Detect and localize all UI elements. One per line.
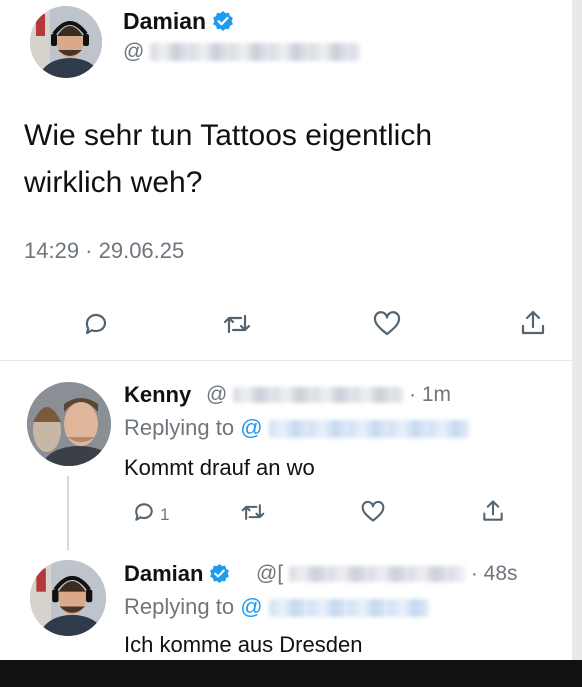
heart-icon: [360, 500, 386, 529]
redacted-handle: [150, 43, 361, 62]
retweet-icon: [222, 310, 252, 343]
verified-badge-icon: [209, 563, 230, 590]
main-tweet-actions: [0, 306, 572, 346]
reply-icon: [132, 500, 156, 529]
reply1-reply-button[interactable]: 1: [132, 500, 169, 529]
like-button[interactable]: [372, 310, 402, 343]
verified-badge-icon: [212, 10, 234, 38]
reply1-replying-to: Replying to @: [124, 415, 469, 441]
redacted-handle: [268, 599, 429, 618]
reply-count: 1: [160, 504, 170, 524]
reply1-share-button[interactable]: [480, 497, 506, 530]
share-icon: [518, 308, 548, 343]
main-tweet-text: Wie sehr tun Tattoos eigentlich wirklich…: [24, 119, 433, 199]
reply2-author-name[interactable]: Damian: [124, 561, 230, 590]
main-author-avatar[interactable]: [30, 6, 102, 78]
reply1-author-avatar[interactable]: [27, 382, 111, 466]
main-author-name[interactable]: Damian: [123, 8, 234, 38]
main-tweet-timestamp[interactable]: 14:29 · 29.06.25: [24, 238, 184, 264]
reply2-text: Ich komme aus Dresden: [124, 632, 363, 657]
reply2-author-avatar[interactable]: [30, 560, 106, 636]
edge-strip: [572, 0, 582, 660]
replying-to-handle[interactable]: @: [240, 594, 429, 619]
redacted-handle: [289, 566, 465, 583]
bottom-bar: [0, 660, 582, 687]
redacted-handle: [268, 420, 469, 439]
heart-icon: [372, 310, 402, 343]
reply1-author-handle[interactable]: @ · 1m: [206, 383, 451, 407]
retweet-button[interactable]: [222, 310, 252, 343]
share-icon: [480, 497, 506, 530]
reply2-author-handle[interactable]: @[ · 48s: [256, 562, 518, 586]
main-author-handle[interactable]: @: [123, 40, 361, 64]
reply1-like-button[interactable]: [360, 500, 386, 529]
share-button[interactable]: [518, 308, 548, 343]
replying-to-handle[interactable]: @: [240, 415, 469, 440]
divider: [0, 360, 572, 361]
tweet-thread-screen: Damian @ Wie sehr tun Tattoos eigentlich…: [0, 0, 572, 660]
reply-button[interactable]: [82, 310, 110, 343]
reply-icon: [82, 310, 110, 343]
retweet-icon: [240, 500, 266, 529]
reply2-replying-to: Replying to @: [124, 594, 429, 620]
reply1-author-name[interactable]: Kenny: [124, 382, 191, 408]
reply1-retweet-button[interactable]: [240, 500, 266, 529]
thread-connector-line: [67, 476, 69, 550]
reply1-text: Kommt drauf an wo: [124, 455, 315, 480]
redacted-handle: [233, 387, 404, 404]
